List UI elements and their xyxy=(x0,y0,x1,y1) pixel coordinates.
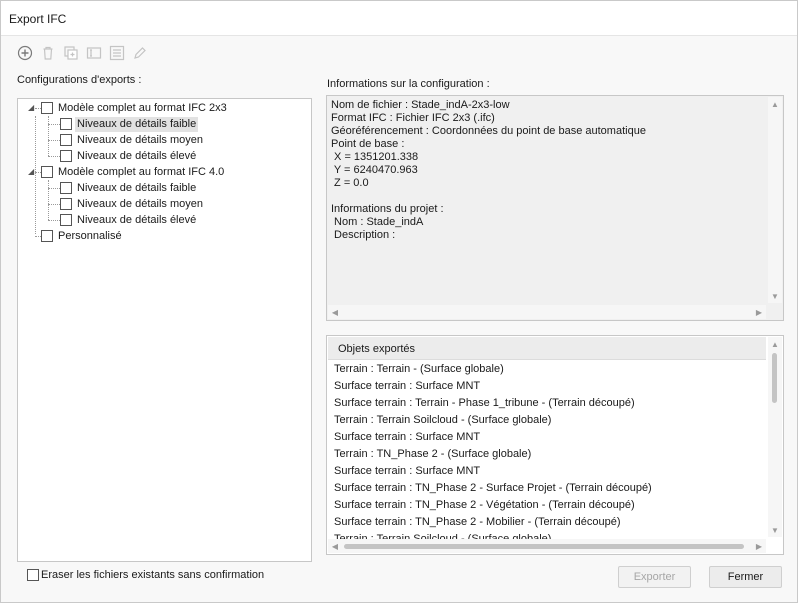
tree-node-label: Niveaux de détails élevé xyxy=(77,149,197,162)
tree-node-label: Personnalisé xyxy=(58,229,122,242)
list-item[interactable]: Terrain : TN_Phase 2 - (Surface globale) xyxy=(334,446,531,463)
scroll-down-arrow-icon[interactable]: ▼ xyxy=(768,289,782,303)
tree-connector xyxy=(48,188,60,189)
properties-icon xyxy=(109,45,125,61)
tree-checkbox[interactable] xyxy=(60,182,72,194)
export-button[interactable]: Exporter xyxy=(618,566,691,588)
add-icon xyxy=(17,45,33,61)
scroll-down-arrow-icon[interactable]: ▼ xyxy=(768,523,782,537)
tree-checkbox[interactable] xyxy=(60,118,72,130)
tree-connector xyxy=(48,220,60,221)
tree-node-custom[interactable]: Personnalisé xyxy=(41,228,124,244)
add-config-button[interactable] xyxy=(15,43,35,63)
export-ifc-dialog: Export IFC Configurations d'exports : ◢ … xyxy=(0,0,798,603)
rename-config-button[interactable] xyxy=(84,43,104,63)
rename-icon xyxy=(86,47,102,59)
close-button[interactable]: Fermer xyxy=(709,566,782,588)
tree-node-ifc2x3-high[interactable]: Niveaux de détails élevé xyxy=(60,148,198,164)
overwrite-option[interactable]: Eraser les fichiers existants sans confi… xyxy=(27,569,264,581)
list-item[interactable]: Surface terrain : TN_Phase 2 - Mobilier … xyxy=(334,514,621,531)
duplicate-icon xyxy=(64,46,78,60)
tree-connector xyxy=(48,116,49,156)
tree-checkbox[interactable] xyxy=(41,166,53,178)
scroll-up-arrow-icon[interactable]: ▲ xyxy=(768,97,782,111)
collapse-icon[interactable]: ◢ xyxy=(28,103,34,112)
tree-node-label: Niveaux de détails moyen xyxy=(77,133,203,146)
tree-node-ifc4[interactable]: Modèle complet au format IFC 4.0 xyxy=(41,164,226,180)
config-info-text: Nom de fichier : Stade_indA-2x3-low Form… xyxy=(331,99,646,241)
overwrite-label: Eraser les fichiers existants sans confi… xyxy=(41,569,265,581)
scroll-up-arrow-icon[interactable]: ▲ xyxy=(768,337,782,351)
duplicate-config-button[interactable] xyxy=(61,43,81,63)
objects-vertical-scrollbar[interactable]: ▲ ▼ xyxy=(768,337,782,537)
scroll-right-arrow-icon[interactable]: ▶ xyxy=(752,305,766,319)
exported-objects-header-label: Objets exportés xyxy=(338,343,416,355)
tree-node-label: Modèle complet au format IFC 2x3 xyxy=(58,101,227,114)
list-item[interactable]: Surface terrain : Terrain - Phase 1_trib… xyxy=(334,395,635,412)
scroll-thumb[interactable] xyxy=(344,544,744,549)
configurations-label: Configurations d'exports : xyxy=(17,74,142,86)
tree-node-ifc2x3-medium[interactable]: Niveaux de détails moyen xyxy=(60,132,205,148)
scroll-thumb[interactable] xyxy=(772,353,777,403)
tree-node-ifc2x3[interactable]: Modèle complet au format IFC 2x3 xyxy=(41,100,229,116)
list-item[interactable]: Surface terrain : Surface MNT xyxy=(334,429,480,446)
tree-connector xyxy=(48,204,60,205)
tree-node-ifc2x3-low[interactable]: Niveaux de détails faible xyxy=(60,116,199,132)
tree-checkbox[interactable] xyxy=(60,198,72,210)
tree-node-ifc4-high[interactable]: Niveaux de détails élevé xyxy=(60,212,198,228)
toolbar xyxy=(15,43,150,65)
tree-connector xyxy=(48,156,60,157)
exported-objects-header: Objets exportés xyxy=(328,337,766,360)
delete-config-button[interactable] xyxy=(38,43,58,63)
tree-checkbox[interactable] xyxy=(60,134,72,146)
info-horizontal-scrollbar[interactable]: ◀ ▶ xyxy=(328,305,766,319)
tree-connector xyxy=(48,124,60,125)
tree-node-ifc4-medium[interactable]: Niveaux de détails moyen xyxy=(60,196,205,212)
tree-connector xyxy=(48,180,49,220)
scroll-right-arrow-icon[interactable]: ▶ xyxy=(752,539,766,553)
edit-icon xyxy=(134,47,146,59)
objects-horizontal-scrollbar[interactable]: ◀ ▶ xyxy=(328,539,766,553)
tree-node-label: Niveaux de détails moyen xyxy=(77,197,203,210)
list-item[interactable]: Surface terrain : TN_Phase 2 - Surface P… xyxy=(334,480,652,497)
list-item[interactable]: Terrain : Terrain Soilcloud - (Surface g… xyxy=(334,531,551,539)
list-item[interactable]: Surface terrain : TN_Phase 2 - Végétatio… xyxy=(334,497,635,514)
title-bar: Export IFC xyxy=(1,1,797,36)
config-tree[interactable]: ◢ ◢ Modèle complet au format IFC 2x3 Niv… xyxy=(17,98,312,562)
dialog-title: Export IFC xyxy=(9,12,67,26)
info-vertical-scrollbar[interactable]: ▲ ▼ xyxy=(768,97,782,303)
scroll-left-arrow-icon[interactable]: ◀ xyxy=(328,539,342,553)
info-label: Informations sur la configuration : xyxy=(327,78,490,90)
tree-checkbox[interactable] xyxy=(60,150,72,162)
tree-connector xyxy=(35,116,36,234)
list-item[interactable]: Terrain : Terrain - (Surface globale) xyxy=(334,361,504,378)
edit-config-button[interactable] xyxy=(130,43,150,63)
tree-checkbox[interactable] xyxy=(41,230,53,242)
list-item[interactable]: Terrain : Terrain Soilcloud - (Surface g… xyxy=(334,412,551,429)
scroll-left-arrow-icon[interactable]: ◀ xyxy=(328,305,342,319)
overwrite-checkbox[interactable] xyxy=(27,569,39,581)
properties-config-button[interactable] xyxy=(107,43,127,63)
tree-checkbox[interactable] xyxy=(60,214,72,226)
tree-node-label: Niveaux de détails élevé xyxy=(77,213,197,226)
tree-connector xyxy=(48,140,60,141)
config-info-box[interactable]: Nom de fichier : Stade_indA-2x3-low Form… xyxy=(326,95,784,321)
tree-node-label: Niveaux de détails faible xyxy=(77,181,197,194)
tree-node-label: Modèle complet au format IFC 4.0 xyxy=(58,165,225,178)
list-item[interactable]: Surface terrain : Surface MNT xyxy=(334,378,480,395)
tree-node-label: Niveaux de détails faible xyxy=(75,116,199,132)
tree-checkbox[interactable] xyxy=(41,102,53,114)
exported-objects-list[interactable]: Objets exportés Terrain : Terrain - (Sur… xyxy=(326,335,784,555)
tree-node-ifc4-low[interactable]: Niveaux de détails faible xyxy=(60,180,198,196)
delete-icon xyxy=(43,46,53,60)
list-item[interactable]: Surface terrain : Surface MNT xyxy=(334,463,480,480)
collapse-icon[interactable]: ◢ xyxy=(28,167,34,176)
